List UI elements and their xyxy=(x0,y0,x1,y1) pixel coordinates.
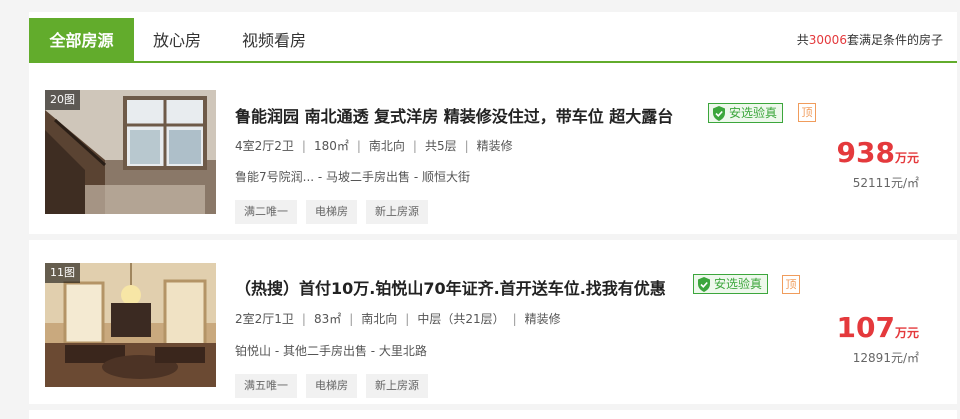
decoration: 精装修 xyxy=(524,312,561,326)
price-value: 107 xyxy=(836,311,895,344)
decoration: 精装修 xyxy=(476,139,513,153)
layout: 2室2厅1卫 xyxy=(235,312,294,326)
listing-location[interactable]: 铂悦山 - 其他二手房出售 - 大里北路 xyxy=(235,342,427,359)
feature-tag: 新上房源 xyxy=(366,374,428,398)
floor: 中层（共21层） xyxy=(417,312,505,326)
total-price: 938万元 xyxy=(837,136,919,169)
tab-trusted-listings[interactable]: 放心房 xyxy=(153,18,201,63)
filter-tabs: 全部房源 放心房 视频看房 共30006套满足条件的房子 xyxy=(29,18,957,63)
total-price: 107万元 xyxy=(837,311,919,344)
listing-tags: 满二唯一 电梯房 新上房源 xyxy=(235,200,428,225)
verified-badge: 安选验真 xyxy=(693,274,769,294)
price-unit: 万元 xyxy=(894,151,919,165)
tab-video-tour[interactable]: 视频看房 xyxy=(242,18,306,63)
row-separator xyxy=(29,404,957,410)
listing-tags: 满五唯一 电梯房 新上房源 xyxy=(235,374,428,399)
photo-count-badge: 20图 xyxy=(45,90,80,110)
listing-title[interactable]: 鲁能润园 南北通透 复式洋房 精装修没住过，带车位 超大露台 xyxy=(235,103,673,127)
listing-photo[interactable]: 11图 xyxy=(45,263,216,387)
feature-tag: 电梯房 xyxy=(306,374,357,398)
photo-count-badge: 11图 xyxy=(45,263,80,283)
listing-photo[interactable]: 20图 xyxy=(45,90,216,214)
listing-item[interactable]: 20图 鲁能润园 南北通透 复式洋房 精装修没住过，带车位 超大露台 安选验真 … xyxy=(29,70,957,240)
count-unit: 套 xyxy=(846,33,859,47)
feature-tag: 满五唯一 xyxy=(235,374,297,398)
verified-label: 安选验真 xyxy=(714,277,763,291)
price-unit: 万元 xyxy=(894,326,919,340)
tab-all-listings[interactable]: 全部房源 xyxy=(29,18,134,63)
verified-label: 安选验真 xyxy=(729,106,778,120)
count-suffix: 满足条件的房子 xyxy=(858,33,943,47)
unit-price: 52111元/㎡ xyxy=(852,176,919,190)
price-value: 938 xyxy=(836,136,895,169)
top-tag: 顶 xyxy=(798,103,816,122)
listing-attributes: 4室2厅2卫 | 180㎡ | 南北向 | 共5层 | 精装修 xyxy=(235,139,513,153)
top-tag: 顶 xyxy=(782,275,800,294)
area: 180㎡ xyxy=(313,139,349,153)
feature-tag: 满二唯一 xyxy=(235,200,297,224)
unit-price: 12891元/㎡ xyxy=(852,351,919,365)
feature-tag: 电梯房 xyxy=(306,200,357,224)
orientation: 南北向 xyxy=(361,312,398,326)
layout: 4室2厅2卫 xyxy=(235,139,294,153)
verified-badge: 安选验真 xyxy=(708,103,784,123)
area: 83㎡ xyxy=(313,312,342,326)
shield-check-icon xyxy=(698,276,710,292)
feature-tag: 新上房源 xyxy=(366,200,428,224)
listing-title[interactable]: （热搜）首付10万.铂悦山70年证齐.首开送车位.找我有优惠 xyxy=(235,275,666,299)
listing-panel: 全部房源 放心房 视频看房 共30006套满足条件的房子 20图 鲁能润园 南北… xyxy=(29,12,957,419)
orientation: 南北向 xyxy=(368,139,405,153)
listing-attributes: 2室2厅1卫 | 83㎡ | 南北向 | 中层（共21层） | 精装修 xyxy=(235,312,561,326)
listing-item[interactable]: 11图 （热搜）首付10万.铂悦山70年证齐.首开送车位.找我有优惠 安选验真 … xyxy=(29,240,957,410)
count-prefix: 共 xyxy=(796,33,809,47)
listing-location[interactable]: 鲁能7号院润... - 马坡二手房出售 - 顺恒大街 xyxy=(235,168,470,185)
floor: 共5层 xyxy=(424,139,457,153)
shield-check-icon xyxy=(713,105,725,121)
result-count: 共30006套满足条件的房子 xyxy=(797,18,943,63)
count-number: 30006 xyxy=(808,33,847,47)
